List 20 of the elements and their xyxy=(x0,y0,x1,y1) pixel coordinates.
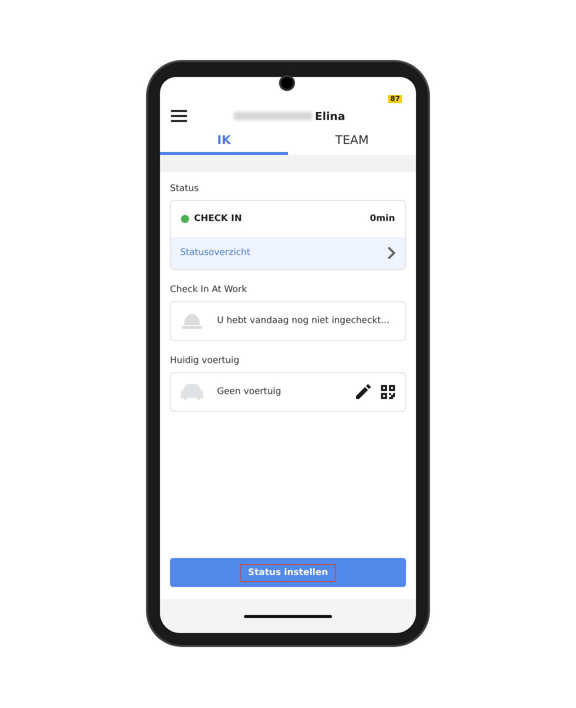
camera-icon xyxy=(281,77,293,89)
duration-text: 0min xyxy=(370,214,395,224)
vehicle-value: Geen voertuig xyxy=(217,387,282,397)
status-text: CHECK IN xyxy=(194,214,243,224)
section-label: Huidig voertuig xyxy=(170,356,240,366)
home-indicator[interactable] xyxy=(244,614,332,618)
check-in-message: U hebt vandaag nog niet ingecheckt... xyxy=(217,316,390,326)
status-overview-link[interactable]: Statusoverzicht xyxy=(171,237,405,269)
hard-hat-icon xyxy=(181,313,203,329)
chevron-icon xyxy=(387,246,396,260)
section-label: Check In At Work xyxy=(170,285,248,295)
pencil-icon[interactable] xyxy=(355,384,371,400)
set-status-button[interactable]: Status instellen xyxy=(170,558,406,587)
check-in-card[interactable]: U hebt vandaag nog niet ingecheckt... xyxy=(170,301,406,341)
user-name: Elina xyxy=(314,110,346,122)
menu-icon[interactable] xyxy=(171,110,187,122)
section-label: Status xyxy=(170,184,200,194)
tab[interactable]: TEAM xyxy=(288,129,416,155)
car-icon xyxy=(181,384,203,400)
qr-code-icon[interactable] xyxy=(381,385,395,399)
